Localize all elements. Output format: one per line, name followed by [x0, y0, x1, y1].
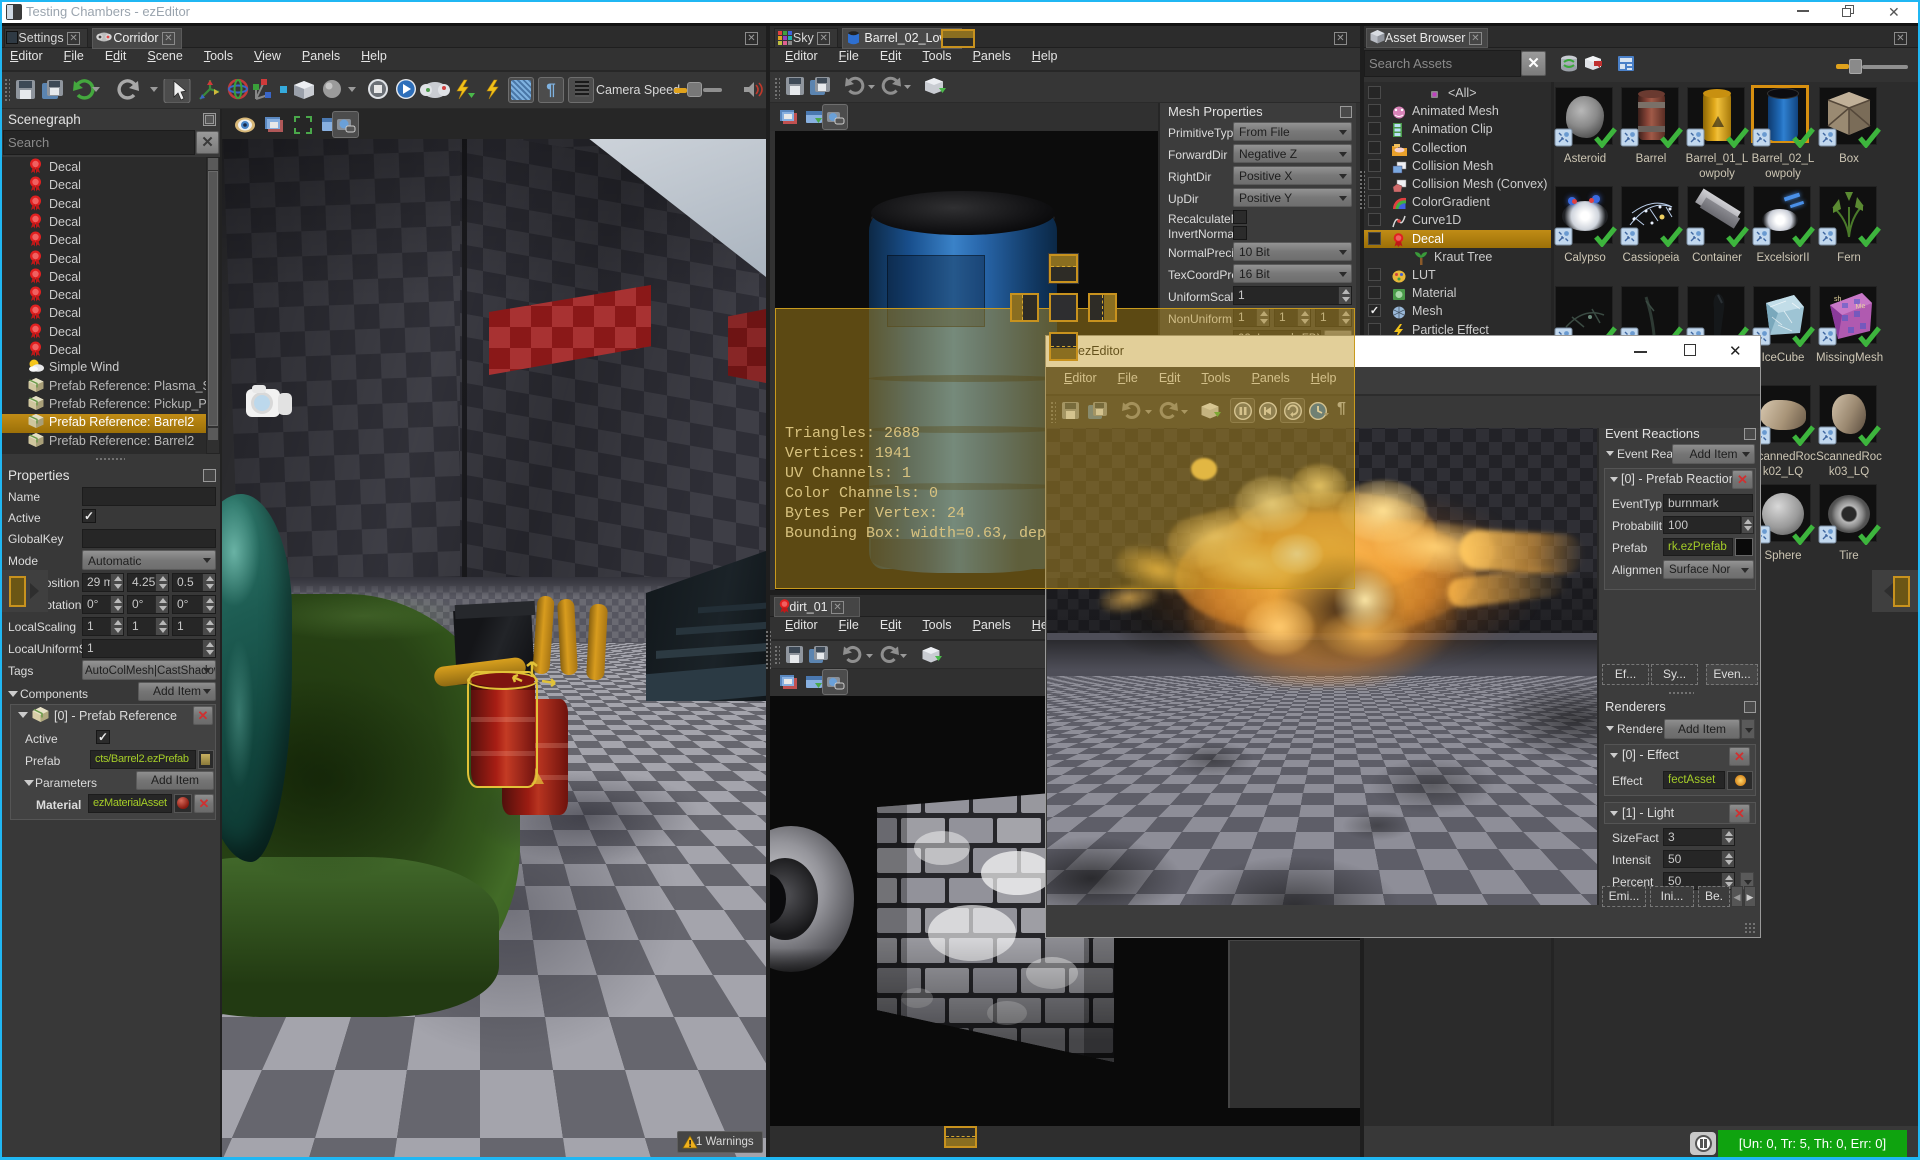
- svg-text:sh: sh: [1834, 296, 1842, 303]
- svg-text:Me: Me: [1855, 303, 1866, 311]
